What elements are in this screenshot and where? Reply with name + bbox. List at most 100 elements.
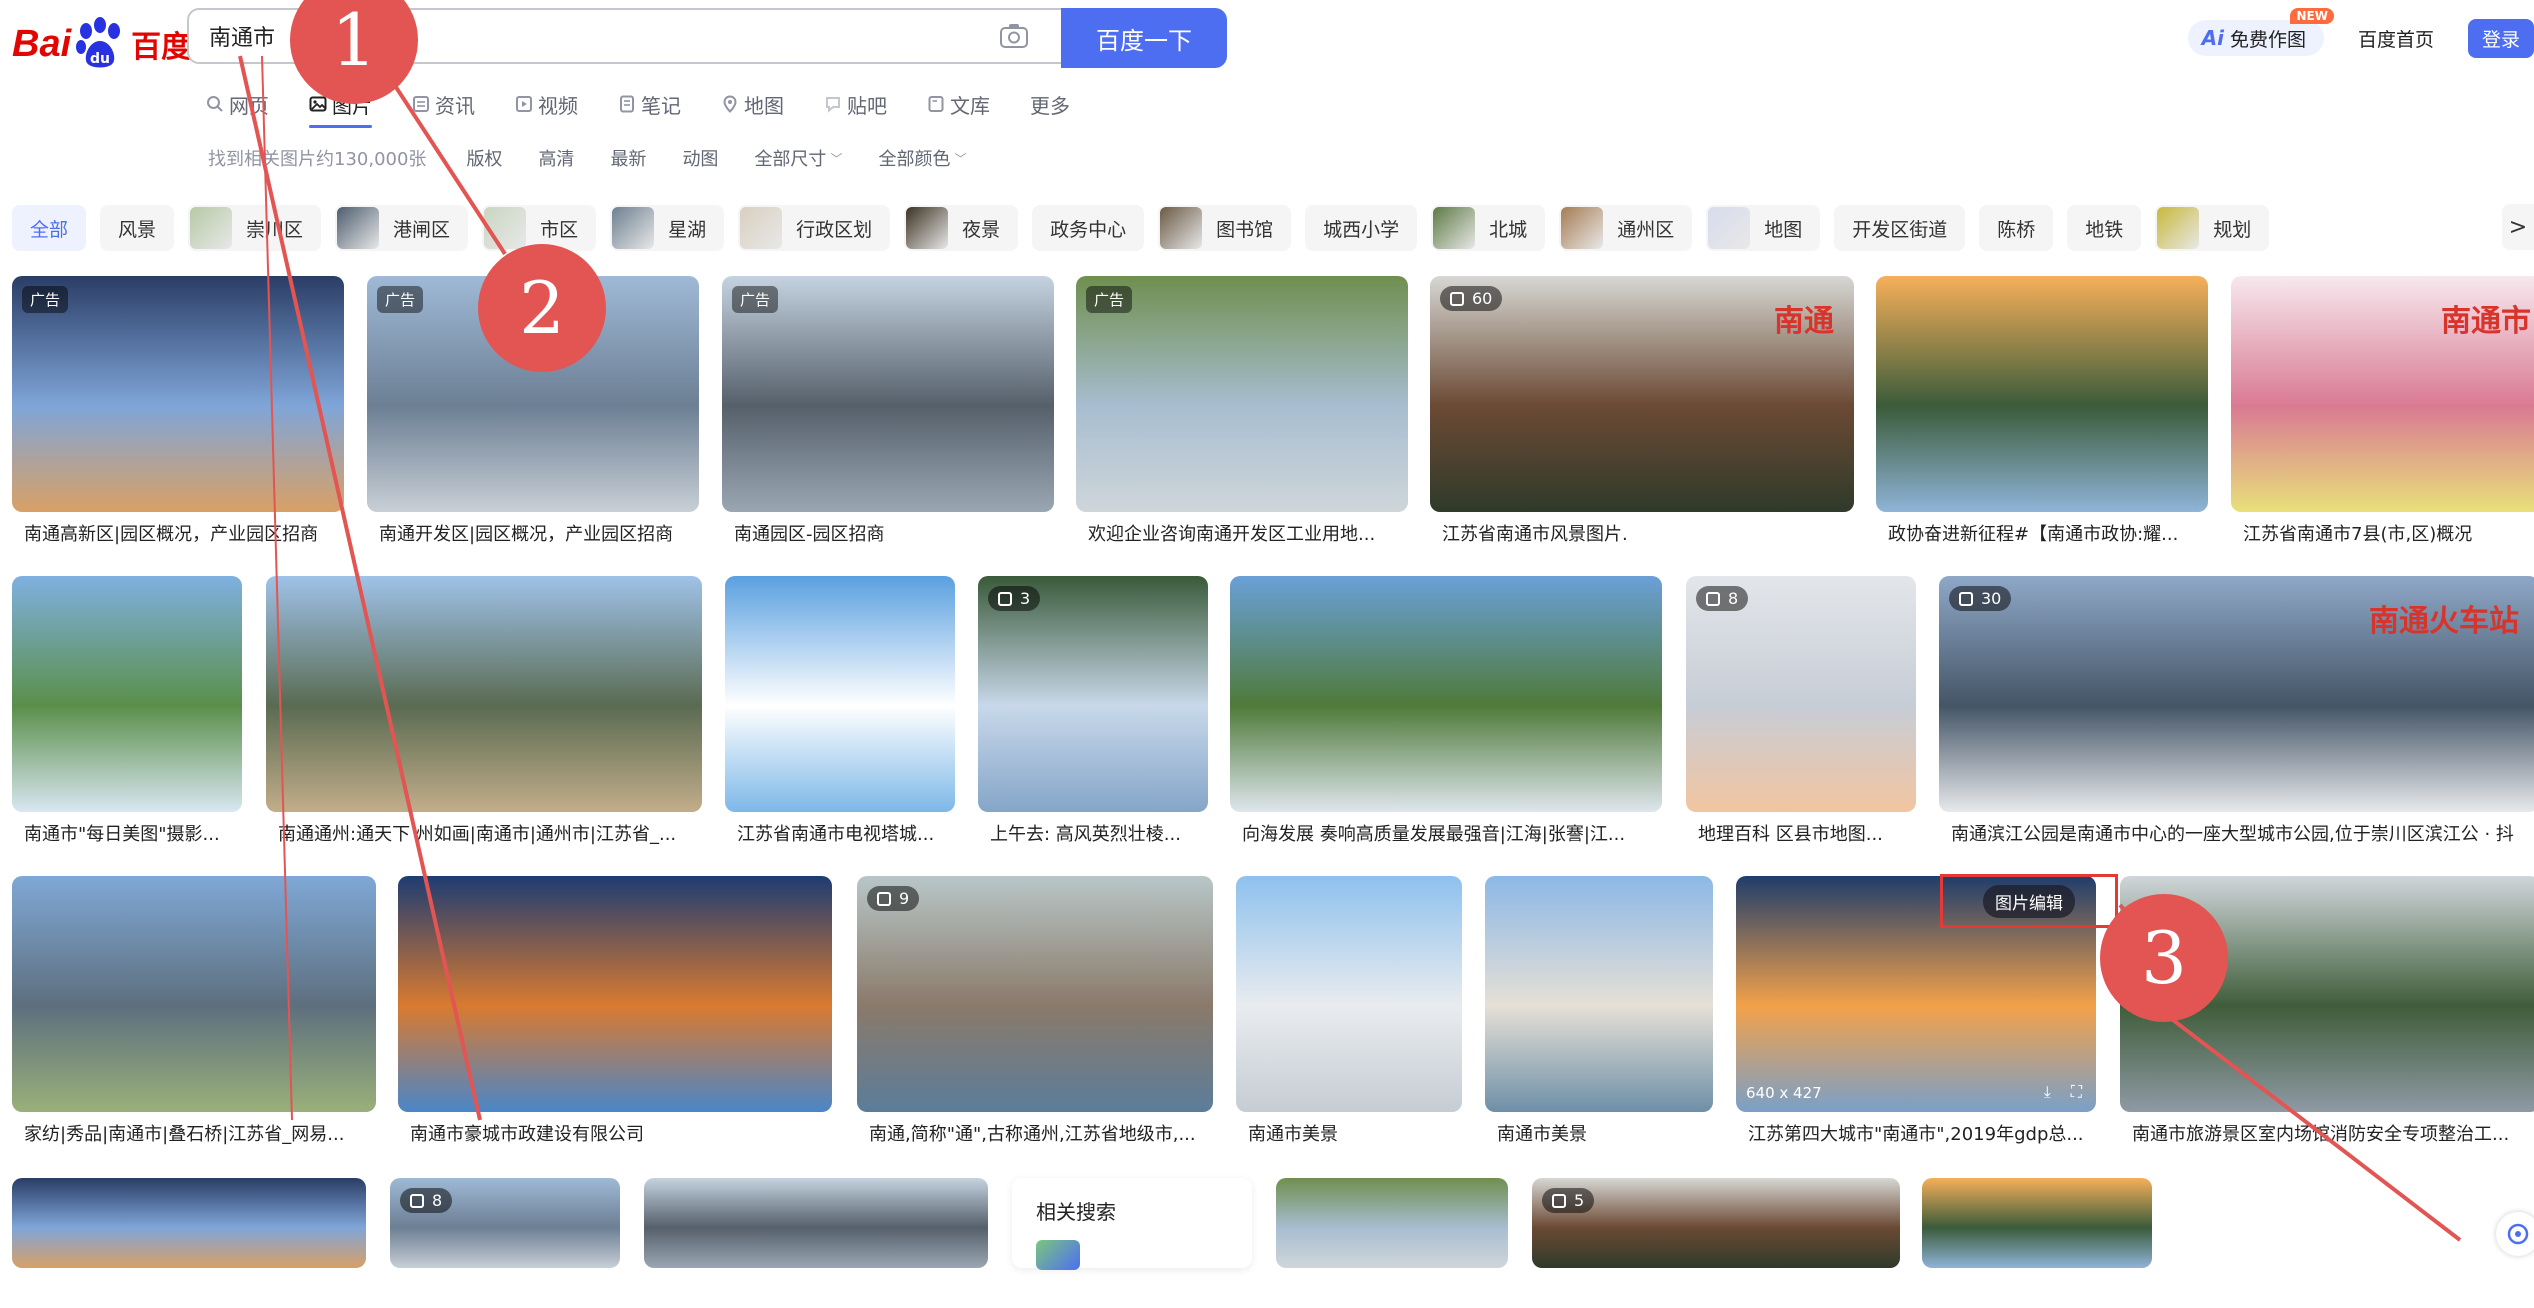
image-caption[interactable]: 南通园区-园区招商	[734, 520, 1050, 546]
image-caption[interactable]: 上午去: 高风英烈壮棱...	[990, 820, 1204, 846]
image-result-card[interactable]: 5	[1532, 1178, 1900, 1308]
tag-chip[interactable]: 星湖	[610, 205, 725, 251]
image-result-card[interactable]: 3 上午去: 高风英烈壮棱...	[978, 576, 1208, 852]
tag-chip[interactable]: 崇川区	[188, 205, 322, 251]
image-thumbnail[interactable]	[12, 876, 376, 1112]
image-result-card[interactable]: 南通市美景	[1485, 876, 1713, 1152]
image-caption[interactable]: 南通高新区|园区概况，产业园区招商	[24, 520, 340, 546]
chevron-right-icon[interactable]: >	[2502, 204, 2534, 250]
image-caption[interactable]: 政协奋进新征程#【南通市政协:耀...	[1888, 520, 2204, 546]
image-caption[interactable]: 南通市美景	[1248, 1120, 1458, 1146]
image-result-card[interactable]: 政协奋进新征程#【南通市政协:耀...	[1876, 276, 2208, 552]
image-thumbnail[interactable]	[1876, 276, 2208, 512]
tag-chip[interactable]: 港闸区	[335, 205, 469, 251]
image-result-card[interactable]: 家纺|秀品|南通市|叠石桥|江苏省_网易...	[12, 876, 376, 1152]
filter-copyright[interactable]: 版权	[466, 145, 502, 171]
expand-icon[interactable]: ⛶	[2071, 1082, 2082, 1102]
tag-chip[interactable]: 全部	[12, 205, 87, 251]
download-icon[interactable]: ⤓	[2044, 1082, 2051, 1102]
image-result-card[interactable]	[1922, 1178, 2152, 1308]
image-caption[interactable]: 南通通州:通天下 州如画|南通市|通州市|江苏省_...	[278, 820, 698, 846]
image-result-card[interactable]: 江苏省南通市电视塔城...	[725, 576, 955, 852]
image-thumbnail[interactable]: 8	[1686, 576, 1916, 812]
image-thumbnail[interactable]: 南通火车站 30	[1939, 576, 2534, 812]
image-thumbnail[interactable]	[1276, 1178, 1508, 1268]
image-caption[interactable]: 南通开发区|园区概况，产业园区招商	[379, 520, 695, 546]
tag-chip[interactable]: 地图	[1706, 205, 1821, 251]
image-result-card[interactable]: 南通市豪城市政建设有限公司	[398, 876, 832, 1152]
image-thumbnail[interactable]: 南通 60	[1430, 276, 1854, 512]
image-caption[interactable]: 江苏省南通市7县(市,区)概况	[2243, 520, 2534, 546]
filter-animated[interactable]: 动图	[682, 145, 718, 171]
image-thumbnail[interactable]: 广告	[722, 276, 1054, 512]
filter-hd[interactable]: 高清	[538, 145, 574, 171]
tag-chip[interactable]: 城西小学	[1305, 205, 1418, 251]
image-result-card[interactable]: 广告南通园区-园区招商	[722, 276, 1054, 552]
image-thumbnail[interactable]	[1485, 876, 1713, 1112]
image-thumbnail[interactable]	[725, 576, 955, 812]
image-thumbnail[interactable]	[1236, 876, 1462, 1112]
image-result-card[interactable]	[12, 1178, 366, 1308]
image-caption[interactable]: 地理百科 区县市地图...	[1698, 820, 1912, 846]
image-caption[interactable]: 江苏省南通市电视塔城...	[737, 820, 951, 846]
image-thumbnail[interactable]	[1922, 1178, 2152, 1268]
image-result-card[interactable]: 广告南通高新区|园区概况，产业园区招商	[12, 276, 344, 552]
feedback-icon[interactable]	[2496, 1212, 2534, 1256]
tab-video[interactable]: 视频	[515, 84, 578, 124]
image-thumbnail[interactable]: 南通市	[2231, 276, 2534, 512]
image-thumbnail[interactable]	[266, 576, 702, 812]
image-result-card[interactable]	[1276, 1178, 1508, 1308]
tag-chip[interactable]: 地铁	[2067, 205, 2142, 251]
image-result-card[interactable]: 9 南通,简称"通",古称通州,江苏省地级市,...	[857, 876, 1213, 1152]
image-caption[interactable]: 江苏第四大城市"南通市",2019年gdp总...	[1748, 1120, 2092, 1146]
ai-image-edit-button[interactable]: 图片编辑	[1940, 874, 2118, 928]
image-caption[interactable]: 南通市旅游景区室内场馆消防安全专项整治工...	[2132, 1120, 2534, 1146]
image-result-card[interactable]: 南通 60 江苏省南通市风景图片.	[1430, 276, 1854, 552]
image-thumbnail[interactable]: 9	[857, 876, 1213, 1112]
image-thumbnail[interactable]	[644, 1178, 988, 1268]
image-caption[interactable]: 家纺|秀品|南通市|叠石桥|江苏省_网易...	[24, 1120, 372, 1146]
image-caption[interactable]: 南通市美景	[1497, 1120, 1709, 1146]
image-thumbnail[interactable]	[12, 1178, 366, 1268]
related-search-thumb[interactable]	[1036, 1240, 1080, 1270]
tag-chip[interactable]: 通州区	[1559, 205, 1693, 251]
image-caption[interactable]: 江苏省南通市风景图片.	[1442, 520, 1850, 546]
filter-latest[interactable]: 最新	[610, 145, 646, 171]
tab-tieba[interactable]: 贴吧	[824, 84, 887, 124]
image-thumbnail[interactable]: 广告	[12, 276, 344, 512]
login-button[interactable]: 登录	[2467, 18, 2534, 58]
camera-icon[interactable]	[999, 22, 1029, 50]
baidu-home-link[interactable]: 百度首页	[2358, 25, 2434, 52]
tag-chip[interactable]: 图书馆	[1158, 205, 1292, 251]
tag-chip[interactable]: 夜景	[904, 205, 1019, 251]
tab-map[interactable]: 地图	[721, 84, 784, 124]
tag-chip[interactable]: 开发区街道	[1834, 205, 1966, 251]
image-thumbnail[interactable]	[398, 876, 832, 1112]
tag-chip[interactable]: 规划	[2155, 205, 2270, 251]
image-result-card[interactable]: 8	[390, 1178, 620, 1308]
image-caption[interactable]: 向海发展 奏响高质量发展最强音|江海|张謇|江...	[1242, 820, 1658, 846]
image-caption[interactable]: 南通市"每日美图"摄影...	[24, 820, 238, 846]
image-thumbnail[interactable]: 广告	[1076, 276, 1408, 512]
image-result-card[interactable]: 向海发展 奏响高质量发展最强音|江海|张謇|江...	[1230, 576, 1662, 852]
tag-chip[interactable]: 行政区划	[738, 205, 891, 251]
image-thumbnail[interactable]	[1230, 576, 1662, 812]
image-thumbnail[interactable]	[12, 576, 242, 812]
image-result-card[interactable]: 南通市"每日美图"摄影...	[12, 576, 242, 852]
tab-more[interactable]: 更多	[1030, 84, 1070, 124]
image-result-card[interactable]: 南通市江苏省南通市7县(市,区)概况	[2231, 276, 2534, 552]
image-caption[interactable]: 南通,简称"通",古称通州,江苏省地级市,...	[869, 1120, 1209, 1146]
tab-web[interactable]: 网页	[206, 84, 269, 124]
tag-chip[interactable]: 陈桥	[1979, 205, 2054, 251]
image-thumbnail[interactable]: 3	[978, 576, 1208, 812]
tab-notes[interactable]: 笔记	[618, 84, 681, 124]
image-thumbnail[interactable]: 5	[1532, 1178, 1900, 1268]
image-caption[interactable]: 欢迎企业咨询南通开发区工业用地...	[1088, 520, 1404, 546]
baidu-logo[interactable]: Bai du 百度	[12, 14, 191, 74]
filter-size-dropdown[interactable]: 全部尺寸 ﹀	[754, 145, 842, 171]
tag-chip[interactable]: 北城	[1431, 205, 1546, 251]
image-result-card[interactable]: 南通火车站 30 南通滨江公园是南通市中心的一座大型城市公园,位于崇川区滨江公 · …	[1939, 576, 2534, 852]
image-result-card[interactable]	[644, 1178, 988, 1308]
image-thumbnail[interactable]: 8	[390, 1178, 620, 1268]
tag-chip[interactable]: 政务中心	[1032, 205, 1145, 251]
